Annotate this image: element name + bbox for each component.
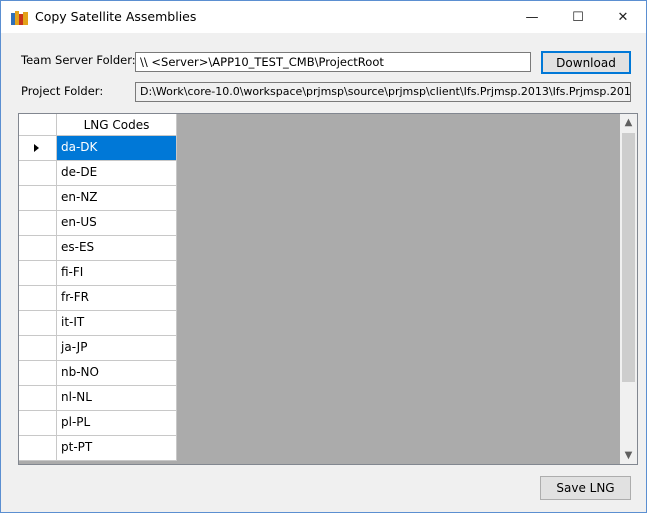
lng-code-cell[interactable]: fi-FI [57,261,177,286]
grid-corner-cell[interactable] [19,114,57,136]
table-row[interactable]: nb-NO [19,361,177,386]
books-app-icon [11,10,29,25]
current-row-arrow-icon [34,144,39,152]
lng-code-cell[interactable]: en-US [57,211,177,236]
table-row[interactable]: de-DE [19,161,177,186]
grid-rows: da-DK de-DE en-NZ en-US es-ES fi-FI fr-F… [19,136,177,461]
minimize-button[interactable]: — [509,1,555,33]
row-header[interactable] [19,211,57,236]
table-row[interactable]: ja-JP [19,336,177,361]
download-button[interactable]: Download [541,51,631,74]
table-row[interactable]: da-DK [19,136,177,161]
scroll-up-arrow-icon[interactable]: ▲ [620,114,637,131]
row-header[interactable] [19,411,57,436]
lng-codes-grid[interactable]: LNG Codes da-DK de-DE en-NZ en-US es-ES [18,113,638,465]
lng-code-cell[interactable]: fr-FR [57,286,177,311]
lng-code-cell[interactable]: da-DK [57,136,177,161]
lng-code-cell[interactable]: es-ES [57,236,177,261]
table-row[interactable]: pt-PT [19,436,177,461]
window-title: Copy Satellite Assemblies [35,9,197,24]
app-window: Copy Satellite Assemblies — ☐ ✕ Team Ser… [0,0,647,513]
row-header[interactable] [19,161,57,186]
lng-code-cell[interactable]: pl-PL [57,411,177,436]
row-header[interactable] [19,136,57,161]
lng-code-cell[interactable]: en-NZ [57,186,177,211]
row-header[interactable] [19,286,57,311]
row-header[interactable] [19,261,57,286]
table-row[interactable]: fi-FI [19,261,177,286]
lng-code-cell[interactable]: it-IT [57,311,177,336]
column-header-lng-codes[interactable]: LNG Codes [57,114,177,136]
row-header[interactable] [19,436,57,461]
lng-code-cell[interactable]: ja-JP [57,336,177,361]
table-row[interactable]: es-ES [19,236,177,261]
lng-code-cell[interactable]: pt-PT [57,436,177,461]
minimize-icon: — [525,9,539,25]
row-header[interactable] [19,361,57,386]
lng-code-cell[interactable]: de-DE [57,161,177,186]
maximize-icon: ☐ [572,9,584,25]
title-bar[interactable]: Copy Satellite Assemblies — ☐ ✕ [1,1,646,33]
scroll-down-arrow-icon[interactable]: ▼ [620,447,637,464]
lng-code-cell[interactable]: nl-NL [57,386,177,411]
row-header[interactable] [19,336,57,361]
close-button[interactable]: ✕ [600,1,646,33]
maximize-button[interactable]: ☐ [555,1,601,33]
save-lng-button[interactable]: Save LNG [540,476,631,500]
lng-code-cell[interactable]: nb-NO [57,361,177,386]
table-row[interactable]: nl-NL [19,386,177,411]
row-header[interactable] [19,236,57,261]
table-row[interactable]: en-US [19,211,177,236]
row-header[interactable] [19,386,57,411]
row-header[interactable] [19,311,57,336]
table-row[interactable]: it-IT [19,311,177,336]
table-row[interactable]: en-NZ [19,186,177,211]
close-icon: ✕ [617,9,629,25]
row-header[interactable] [19,186,57,211]
project-folder-label: Project Folder: [21,84,104,98]
vertical-scrollbar[interactable]: ▲ ▼ [620,114,637,464]
scrollbar-thumb[interactable] [622,133,635,382]
table-row[interactable]: pl-PL [19,411,177,436]
project-folder-field[interactable]: D:\Work\core-10.0\workspace\prjmsp\sourc… [135,82,631,102]
grid-header: LNG Codes [19,114,177,136]
table-row[interactable]: fr-FR [19,286,177,311]
team-server-folder-input[interactable]: \\ <Server>\APP10_TEST_CMB\ProjectRoot [135,52,531,72]
team-server-folder-label: Team Server Folder: [21,53,136,67]
